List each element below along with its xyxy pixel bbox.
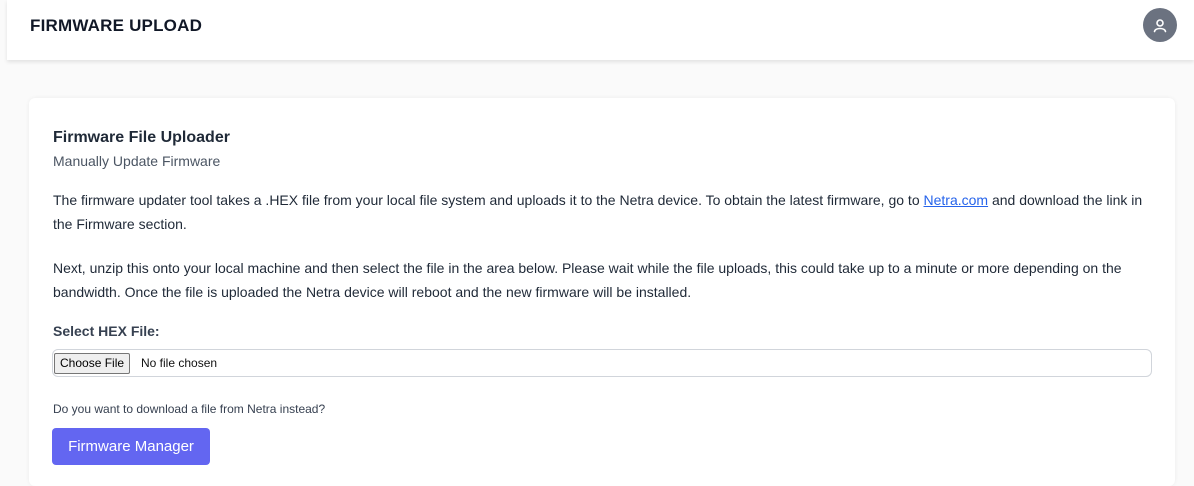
instructions-paragraph-1: The firmware updater tool takes a .HEX f…	[53, 188, 1153, 236]
card-title: Firmware File Uploader	[53, 129, 230, 146]
choose-file-button[interactable]: Choose File	[54, 353, 131, 374]
select-hex-label: Select HEX File:	[53, 323, 160, 339]
file-status: No file chosen	[141, 356, 218, 370]
top-bar: FIRMWARE UPLOAD	[7, 0, 1194, 60]
instructions-text-start: The firmware updater tool takes a .HEX f…	[53, 192, 924, 208]
netra-link[interactable]: Netra.com	[924, 192, 989, 208]
firmware-manager-button[interactable]: Firmware Manager	[52, 428, 210, 465]
uploader-card: Firmware File Uploader Manually Update F…	[29, 98, 1175, 486]
user-icon	[1153, 19, 1167, 33]
avatar[interactable]	[1143, 8, 1177, 42]
page-title: FIRMWARE UPLOAD	[30, 16, 203, 35]
instructions-paragraph-2: Next, unzip this onto your local machine…	[53, 260, 1122, 300]
download-question: Do you want to download a file from Netr…	[53, 402, 326, 416]
card-subtitle: Manually Update Firmware	[53, 153, 221, 169]
hex-file-input[interactable]: Choose File No file chosen	[52, 349, 1152, 377]
